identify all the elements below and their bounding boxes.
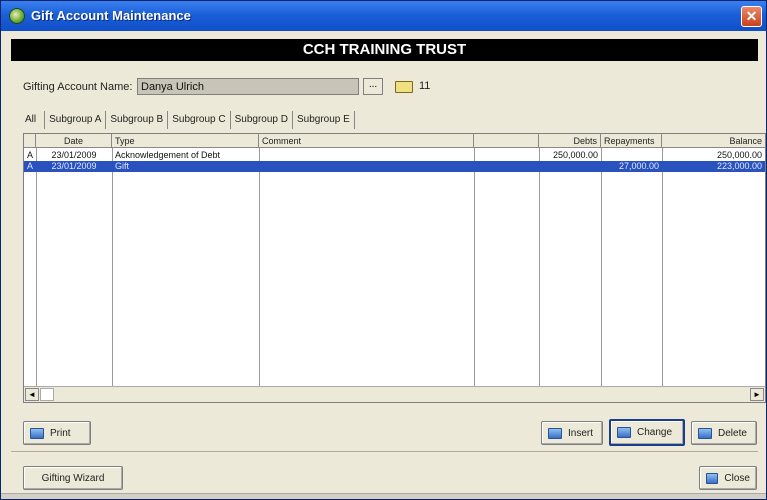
header-extra[interactable] [474, 134, 539, 148]
grid-header: Date Type Comment Debts Repayments Balan… [24, 134, 765, 148]
gifting-wizard-button[interactable]: Gifting Wizard [23, 466, 123, 490]
cell-comment [259, 161, 474, 172]
document-icon [706, 472, 719, 484]
transactions-grid[interactable]: Date Type Comment Debts Repayments Balan… [23, 133, 766, 403]
change-label: Change [637, 427, 673, 438]
cell-extra [474, 161, 539, 172]
document-icon [698, 427, 712, 439]
column-divider [539, 148, 540, 386]
tab-subgroup-b[interactable]: Subgroup B [105, 111, 167, 129]
header-repayments[interactable]: Repayments [601, 134, 662, 148]
gift-account-window: Gift Account Maintenance ✕ CCH TRAINING … [0, 0, 767, 500]
cell-balance: 223,000.00 [716, 161, 762, 171]
subgroup-tabs: All Subgroup A Subgroup B Subgroup C Sub… [21, 109, 355, 129]
column-divider [112, 148, 113, 386]
document-icon [30, 427, 44, 439]
cell-flag: A [27, 150, 34, 160]
gifting-wizard-label: Gifting Wizard [41, 472, 105, 484]
insert-button[interactable]: Insert [541, 421, 603, 445]
account-name-label: Gifting Account Name: [23, 81, 133, 93]
cell-repayments [601, 150, 662, 161]
close-label: Close [724, 472, 750, 484]
browse-button[interactable]: ... [363, 78, 383, 95]
scroll-left-icon[interactable]: ◄ [25, 388, 39, 401]
cell-type: Acknowledgement of Debt [115, 150, 221, 160]
document-icon [548, 427, 562, 439]
title-bar[interactable]: Gift Account Maintenance ✕ [1, 1, 766, 31]
cell-balance: 250,000.00 [716, 150, 762, 160]
folder-icon[interactable] [395, 81, 413, 93]
insert-label: Insert [568, 427, 594, 439]
header-flag[interactable] [24, 134, 36, 148]
section-divider [11, 451, 758, 452]
column-divider [36, 148, 37, 386]
cell-type: Gift [115, 161, 130, 171]
header-balance[interactable]: Balance [662, 134, 765, 148]
app-icon [9, 8, 25, 24]
change-button[interactable]: Change [609, 419, 685, 446]
table-row[interactable]: A 23/01/2009 Acknowledgement of Debt 250… [24, 150, 765, 161]
print-label: Print [50, 427, 71, 439]
cell-date: 23/01/2009 [51, 161, 97, 171]
column-divider [662, 148, 663, 386]
header-comment[interactable]: Comment [259, 134, 474, 148]
account-count: 11 [419, 80, 431, 92]
cell-repayments: 27,000.00 [618, 161, 659, 171]
tab-subgroup-d[interactable]: Subgroup D [229, 111, 292, 129]
cell-flag: A [27, 161, 34, 171]
scroll-right-icon[interactable]: ► [750, 388, 764, 401]
horizontal-scrollbar[interactable]: ◄ ► [24, 386, 765, 402]
delete-label: Delete [718, 427, 747, 439]
close-button[interactable]: Close [699, 466, 757, 490]
table-row[interactable]: A 23/01/2009 Gift 27,000.00 223,000.00 [24, 161, 765, 172]
cell-debts [539, 161, 601, 172]
tab-subgroup-c[interactable]: Subgroup C [167, 111, 229, 129]
tab-subgroup-e[interactable]: Subgroup E [291, 111, 355, 129]
column-divider [474, 148, 475, 386]
cell-extra [474, 150, 539, 161]
tab-subgroup-a[interactable]: Subgroup A [44, 111, 105, 129]
status-bar [1, 493, 766, 499]
close-window-button[interactable]: ✕ [741, 6, 762, 27]
cell-date: 23/01/2009 [51, 150, 97, 160]
header-debts[interactable]: Debts [539, 134, 601, 148]
cell-debts: 250,000.00 [552, 150, 598, 160]
account-name-field[interactable]: Danya Ulrich [137, 78, 359, 95]
delete-button[interactable]: Delete [691, 421, 757, 445]
header-type[interactable]: Type [112, 134, 259, 148]
column-divider [601, 148, 602, 386]
document-icon [617, 427, 631, 438]
header-date[interactable]: Date [36, 134, 112, 148]
tab-all[interactable]: All [21, 111, 44, 129]
scroll-thumb[interactable] [40, 388, 54, 401]
trust-banner: CCH TRAINING TRUST [11, 39, 758, 61]
column-divider [259, 148, 260, 386]
cell-comment [259, 150, 474, 161]
window-title: Gift Account Maintenance [31, 8, 191, 23]
print-button[interactable]: Print [23, 421, 91, 445]
